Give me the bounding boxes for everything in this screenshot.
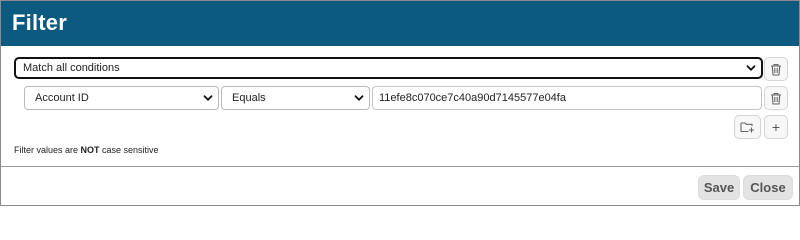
note-prefix: Filter values are: [14, 145, 81, 155]
chevron-down-icon: [203, 93, 213, 103]
filter-dialog: Filter Match all conditions Account ID E…: [0, 0, 800, 206]
condition-value-input[interactable]: 11efe8c070ce7c40a90d7145577e04fa: [372, 86, 762, 110]
folder-plus-icon: [740, 121, 755, 133]
dialog-title: Filter: [12, 10, 67, 35]
dialog-header: Filter: [1, 1, 799, 46]
footer-divider: [1, 166, 799, 167]
chevron-down-icon: [746, 63, 756, 73]
condition-field-select[interactable]: Account ID: [24, 86, 219, 110]
add-condition-button[interactable]: +: [764, 115, 788, 139]
condition-operator-value: Equals: [232, 92, 266, 104]
chevron-down-icon: [354, 93, 364, 103]
note-emphasis: NOT: [80, 145, 100, 155]
trash-icon: [770, 63, 782, 76]
case-sensitivity-note: Filter values are NOT case sensitive: [14, 145, 159, 155]
condition-value-text: 11efe8c070ce7c40a90d7145577e04fa: [379, 92, 566, 104]
match-mode-select[interactable]: Match all conditions: [14, 57, 763, 79]
delete-condition-button[interactable]: [764, 86, 788, 110]
save-button[interactable]: Save: [698, 175, 740, 200]
note-suffix: case sensitive: [99, 145, 159, 155]
add-group-button[interactable]: [734, 115, 761, 139]
condition-operator-select[interactable]: Equals: [221, 86, 370, 110]
trash-icon: [770, 92, 782, 105]
match-mode-value: Match all conditions: [23, 62, 120, 74]
delete-group-button[interactable]: [764, 57, 788, 81]
plus-icon: +: [771, 119, 781, 135]
close-button[interactable]: Close: [743, 175, 793, 200]
condition-field-value: Account ID: [35, 92, 89, 104]
